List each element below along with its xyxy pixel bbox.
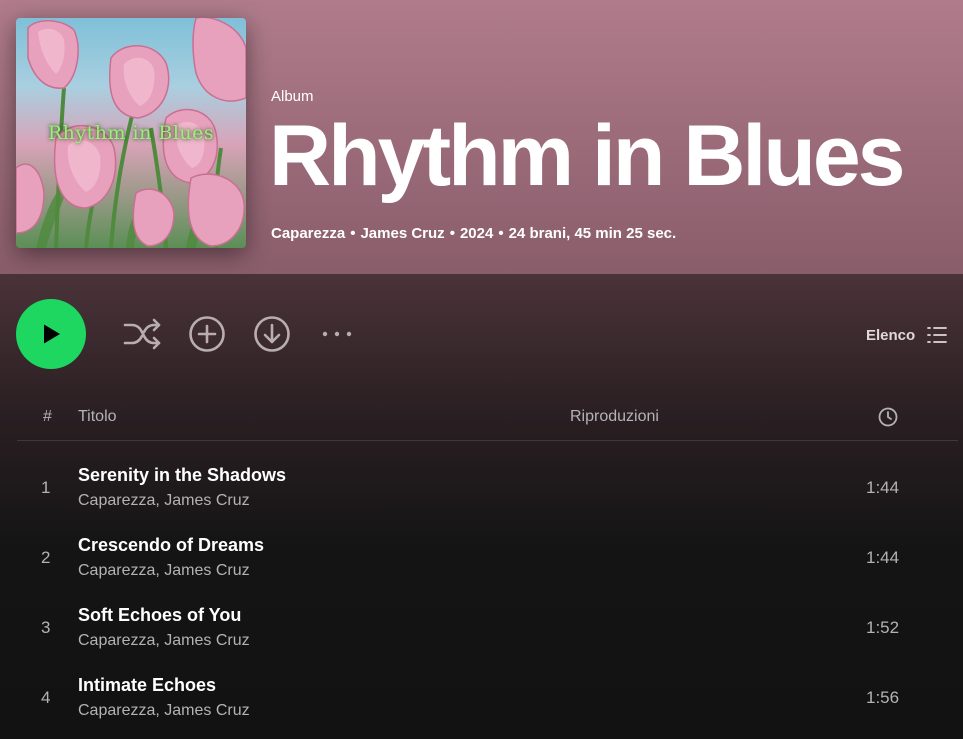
- track-title[interactable]: Soft Echoes of You: [78, 605, 241, 626]
- download-icon: [254, 316, 290, 352]
- release-year: 2024: [459, 225, 494, 242]
- track-duration: 1:44: [866, 478, 900, 497]
- track-artists[interactable]: Caparezza, James Cruz: [78, 632, 250, 650]
- track-number: 3: [41, 618, 51, 637]
- list-view-icon: [927, 327, 948, 343]
- column-duration[interactable]: [878, 407, 898, 432]
- tracklist-header: # Titolo Riproduzioni: [17, 400, 958, 441]
- shuffle-icon: [123, 318, 161, 350]
- album-title: Rhythm in Blues: [269, 108, 906, 204]
- track-number: 1: [41, 478, 51, 497]
- add-circle-icon: [189, 316, 225, 352]
- separator-dot: •: [449, 225, 455, 242]
- separator-dot: •: [350, 225, 356, 242]
- cover-title-text: Rhythm in Blues: [47, 122, 215, 144]
- play-icon: [44, 324, 60, 344]
- track-duration: 1:44: [866, 548, 900, 567]
- track-duration: 1:52: [866, 618, 900, 637]
- table-row[interactable]: 3 Soft Echoes of You Caparezza, James Cr…: [17, 596, 958, 666]
- track-count-duration: 24 brani, 45 min 25 sec.: [508, 225, 677, 242]
- add-to-library-button[interactable]: [188, 315, 226, 353]
- table-row[interactable]: 4 Intimate Echoes Caparezza, James Cruz …: [17, 666, 958, 736]
- track-artists[interactable]: Caparezza, James Cruz: [78, 562, 250, 580]
- track-artists[interactable]: Caparezza, James Cruz: [78, 492, 250, 510]
- more-options-button[interactable]: [320, 322, 356, 346]
- album-type-label: Album: [271, 88, 314, 105]
- view-mode-switch[interactable]: Elenco: [866, 325, 948, 345]
- column-plays[interactable]: Riproduzioni: [570, 408, 659, 426]
- table-row[interactable]: 2 Crescendo of Dreams Caparezza, James C…: [17, 526, 958, 596]
- album-cover[interactable]: Rhythm in Blues: [16, 18, 246, 248]
- table-row[interactable]: 1 Serenity in the Shadows Caparezza, Jam…: [17, 456, 958, 526]
- track-number: 2: [41, 548, 51, 567]
- column-number: #: [43, 408, 52, 425]
- separator-dot: •: [498, 225, 504, 242]
- more-options-icon: [322, 331, 352, 337]
- clock-icon: [878, 407, 898, 427]
- track-number: 4: [41, 688, 51, 707]
- column-title[interactable]: Titolo: [78, 408, 117, 426]
- track-title[interactable]: Serenity in the Shadows: [78, 465, 286, 486]
- view-mode-label: Elenco: [866, 326, 916, 344]
- artist-link[interactable]: James Cruz: [360, 225, 444, 242]
- track-title[interactable]: Crescendo of Dreams: [78, 535, 264, 556]
- download-button[interactable]: [253, 315, 291, 353]
- album-meta: Caparezza • James Cruz • 2024 • 24 brani, 45 m…: [271, 225, 676, 242]
- track-artists[interactable]: Caparezza, James Cruz: [78, 702, 250, 720]
- shuffle-button[interactable]: [123, 315, 161, 353]
- play-button[interactable]: [16, 299, 86, 369]
- track-title[interactable]: Intimate Echoes: [78, 675, 216, 696]
- artist-link[interactable]: Caparezza: [271, 225, 345, 242]
- track-duration: 1:56: [866, 688, 900, 707]
